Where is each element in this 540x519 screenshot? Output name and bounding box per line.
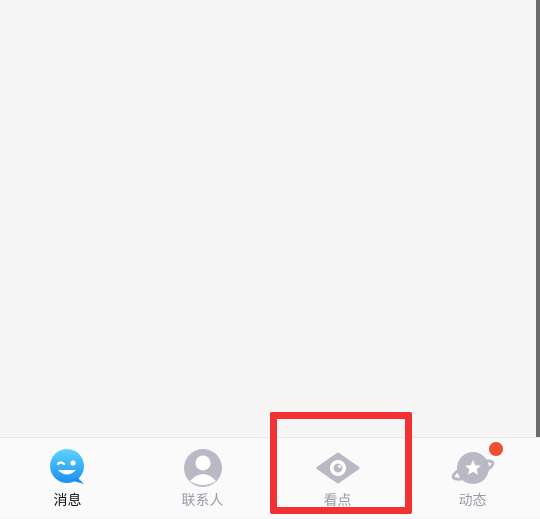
content-area xyxy=(0,0,540,437)
tab-discover[interactable]: 看点 xyxy=(270,438,405,519)
tab-messages[interactable]: 消息 xyxy=(0,438,135,519)
smiley-chat-icon xyxy=(46,446,90,490)
eye-icon xyxy=(316,446,360,490)
notification-badge xyxy=(489,442,503,456)
scrollbar-edge xyxy=(536,0,540,437)
tab-label: 联系人 xyxy=(181,493,224,509)
tab-moments[interactable]: 动态 xyxy=(405,438,540,519)
planet-star-icon xyxy=(451,446,495,490)
contact-person-icon xyxy=(181,446,225,490)
tab-contacts[interactable]: 联系人 xyxy=(135,438,270,519)
bottom-tab-bar: 消息 联系人 看点 动态 xyxy=(0,437,540,518)
tab-label: 消息 xyxy=(53,493,82,509)
tab-label: 看点 xyxy=(323,493,352,509)
tab-label: 动态 xyxy=(458,493,487,509)
